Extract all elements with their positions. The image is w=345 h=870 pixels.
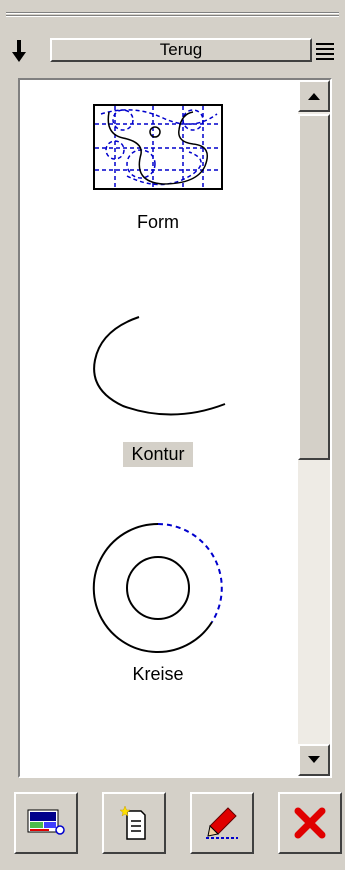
shape-item-kontur[interactable]: Kontur (20, 312, 296, 467)
panel-header: Terug (6, 36, 339, 66)
scroll-up-arrow-icon (308, 93, 320, 100)
shape-list-panel[interactable]: Form Kontur Kreise (18, 78, 332, 778)
back-button-label: Terug (159, 40, 203, 59)
back-button[interactable]: Terug (50, 38, 312, 62)
contour-arc-icon (93, 316, 226, 416)
scrollbar-thumb[interactable] (298, 114, 330, 460)
shape-item-label: Kreise (132, 664, 184, 684)
pencil-icon (206, 807, 238, 839)
shape-item-label: Form (137, 212, 179, 232)
shape-item-label: Kontur (123, 442, 193, 467)
scroll-down-arrow-icon (308, 756, 320, 763)
scroll-up-button[interactable] (298, 80, 330, 112)
title-grip[interactable] (6, 12, 339, 20)
layout-view-button[interactable] (14, 792, 78, 854)
menu-list-icon[interactable] (312, 36, 338, 66)
layout-view-icon (27, 809, 65, 835)
red-x-icon (294, 807, 326, 839)
vertical-scrollbar[interactable] (298, 80, 330, 776)
form-template-icon (93, 104, 223, 190)
close-button[interactable] (278, 792, 342, 854)
arrow-down-icon[interactable] (6, 36, 32, 66)
bottom-toolbar (14, 792, 342, 862)
shape-item-form[interactable]: Form (20, 104, 296, 235)
new-document-button[interactable] (102, 792, 166, 854)
edit-pen-button[interactable] (190, 792, 254, 854)
new-document-icon (119, 805, 146, 840)
scroll-down-button[interactable] (298, 744, 330, 776)
shape-item-kreise[interactable]: Kreise (20, 518, 296, 687)
circles-icon (92, 522, 223, 653)
